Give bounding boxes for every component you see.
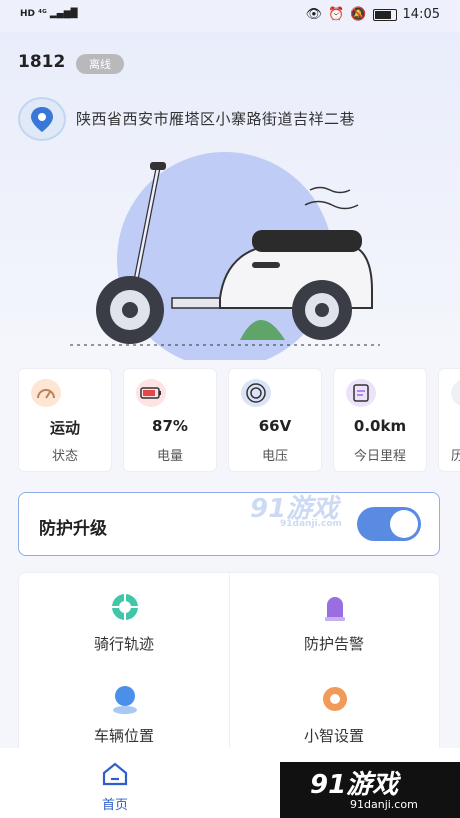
scooter-illustration (70, 152, 380, 360)
tab-home[interactable]: 首页 (90, 758, 140, 814)
protection-upgrade-row: 防护升级 (18, 492, 440, 556)
card-battery[interactable]: 87% 电量 (123, 368, 217, 472)
partial-icon (451, 379, 460, 407)
card-voltage[interactable]: 66V 电压 (228, 368, 322, 472)
status-bar: HD ⁴ᴳ ▂▄▆█ 👁 ⏰ 🔕 14:05 (0, 0, 460, 32)
battery-status-icon (372, 8, 397, 21)
grid-item-ride-track[interactable]: 骑行轨迹 (19, 577, 229, 667)
watermark-logo: 91游戏 91danji.com (250, 494, 342, 529)
tab-home-label: 首页 (101, 798, 128, 813)
grid-item-settings[interactable]: 小智设置 (229, 669, 439, 759)
grid-item-alarm[interactable]: 防护告警 (229, 577, 439, 667)
signal-icon: HD ⁴ᴳ ▂▄▆█ (20, 9, 78, 19)
eye-icon: 👁 (305, 7, 323, 22)
card-partial[interactable]: 历 (438, 368, 460, 472)
home-icon (101, 762, 129, 786)
device-id: 1812 (18, 52, 66, 72)
settings-icon (323, 687, 347, 711)
mileage-icon (346, 379, 376, 407)
clock-time: 14:05 (402, 7, 440, 22)
status-badge: 离线 (76, 54, 124, 74)
protection-upgrade-label: 防护升级 (39, 519, 107, 539)
alarm-clock-icon: ⏰ (328, 7, 345, 22)
grid-item-vehicle-location[interactable]: 车辆位置 (19, 669, 229, 759)
battery-icon (136, 379, 166, 407)
alarm-icon (325, 597, 345, 621)
vehicle-location-icon (113, 686, 137, 714)
location-address[interactable]: 陕西省西安市雁塔区小寨路街道吉祥二巷 (76, 108, 355, 129)
speedometer-icon (31, 379, 61, 407)
card-status[interactable]: 运动 状态 (18, 368, 112, 472)
ride-track-icon (112, 594, 138, 620)
card-mileage[interactable]: 0.0km 今日里程 (333, 368, 427, 472)
watermark-logo-bottom: 91游戏 91danji.com (280, 762, 460, 818)
protection-upgrade-toggle[interactable] (357, 507, 421, 541)
voltage-icon (241, 379, 271, 407)
location-pin-icon (18, 97, 66, 141)
mute-icon: 🔕 (350, 7, 367, 22)
info-cards: 运动 状态 87% 电量 66V 电压 0.0km 今日里程 历 (18, 368, 460, 476)
function-grid: 骑行轨迹 防护告警 车辆位置 小智设置 (18, 572, 440, 772)
